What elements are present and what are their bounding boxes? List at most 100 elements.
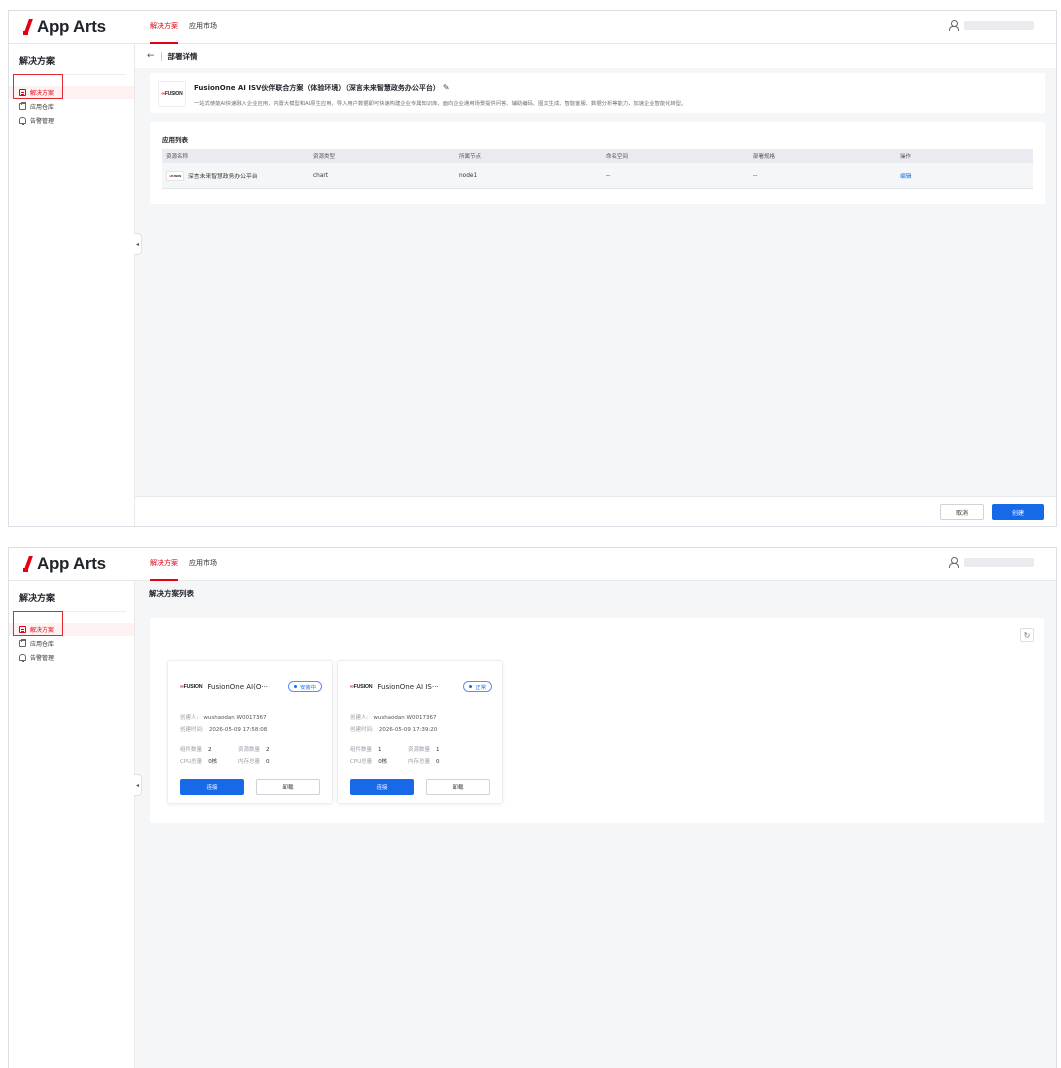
cpu-total-label: CPU总量: [180, 759, 203, 765]
user-menu[interactable]: [948, 557, 1034, 568]
solution-description: 一站式使能AI快速融入企业应用，内置大模型和AI原生应用，导入用户数据即可快速构…: [194, 101, 687, 107]
creator-value: wushaodan W0017367: [203, 715, 267, 721]
uninstall-button[interactable]: 卸载: [426, 779, 490, 795]
app-arts-logo-icon: [23, 556, 33, 572]
status-text: 安装中: [300, 684, 316, 691]
connect-button[interactable]: 连接: [350, 779, 414, 795]
sidebar-item-label: 告警管理: [30, 655, 55, 662]
solution-name: FusionOne AI ISV伙伴联合方案（体验环境）（深言未来智慧政务办公平…: [194, 83, 450, 93]
connect-button[interactable]: 连接: [180, 779, 244, 795]
create-button[interactable]: 创建: [992, 504, 1044, 520]
resource-count-value: 1: [436, 747, 440, 753]
component-count-label: 组件数量: [180, 747, 203, 753]
solution-card-name: FusionOne AI IS···: [377, 682, 439, 691]
component-count-label: 组件数量: [350, 747, 373, 753]
user-icon: [948, 20, 959, 31]
status-text: 正常: [475, 684, 486, 691]
top-bar: App Arts 解决方案 应用市场: [9, 548, 1056, 581]
edit-link[interactable]: 编辑: [900, 174, 912, 180]
sidebar: 解决方案 解决方案 应用仓库 告警管理: [9, 44, 135, 526]
fusion-logo: ∞FUSION: [158, 81, 186, 107]
solution-card-name: FusionOne AI(O···: [207, 682, 269, 691]
component-count-value: 1: [378, 747, 382, 753]
deployment-detail-screen: App Arts 解决方案 应用市场 解决方案 解决方案 应用仓库 告警管理 ◂…: [8, 10, 1057, 527]
tab-solutions[interactable]: 解决方案: [150, 558, 178, 581]
cpu-total: CPU总量 0核: [180, 757, 217, 765]
sidebar-collapse-handle[interactable]: ◂: [134, 774, 142, 796]
status-dot-icon: [294, 685, 298, 688]
sidebar-item-repository[interactable]: 应用仓库: [9, 637, 134, 650]
creator-label: 创建人:: [180, 715, 199, 721]
solution-card[interactable]: ∞FUSION FusionOne AI IS··· 正常 创建人: wushao…: [337, 660, 503, 804]
sidebar: 解决方案 解决方案 应用仓库 告警管理: [9, 581, 135, 1068]
refresh-icon[interactable]: ↻: [1020, 628, 1034, 642]
user-menu[interactable]: [948, 20, 1034, 31]
bell-icon: [19, 117, 26, 125]
sidebar-item-repository[interactable]: 应用仓库: [9, 100, 134, 113]
bell-icon: [19, 654, 26, 662]
col-deploy-spec: 部署规格: [753, 154, 776, 160]
uninstall-button[interactable]: 卸载: [256, 779, 320, 795]
footer-bar: 取消 创建: [135, 496, 1056, 526]
page-header: 解决方案列表: [135, 581, 1056, 605]
creator-value: wushaodan W0017367: [373, 715, 437, 721]
col-resource-name: 资源名称: [166, 154, 189, 160]
resource-count-label: 资源数量: [238, 747, 261, 753]
solution-info-card: ∞FUSION FusionOne AI ISV伙伴联合方案（体验环境）（深言未…: [150, 73, 1045, 113]
tab-app-market[interactable]: 应用市场: [189, 558, 217, 581]
col-resource-type: 资源类型: [313, 154, 336, 160]
app-logo[interactable]: App Arts: [23, 554, 106, 574]
solution-card[interactable]: ∞FUSION FusionOne AI(O··· 安装中 创建人: wushao…: [167, 660, 333, 804]
created-time-label: 创建时间:: [350, 727, 374, 733]
app-list-table: 资源名称 资源类型 所属节点 命名空间 部署规格 操作 ∞FUSION 深言未来…: [162, 149, 1033, 189]
creator-label: 创建人:: [350, 715, 369, 721]
tab-solutions[interactable]: 解决方案: [150, 21, 178, 44]
user-name-redacted: [964, 557, 1034, 567]
component-count: 组件数量 1: [350, 745, 382, 753]
memory-total: 内存总量 0: [408, 757, 440, 765]
memory-total: 内存总量 0: [238, 757, 270, 765]
solution-card-header: ∞FUSION FusionOne AI(O··· 安装中: [180, 681, 322, 692]
annotation-highlight-box: [13, 74, 63, 99]
sidebar-collapse-handle[interactable]: ◂: [134, 233, 142, 255]
table-row: ∞FUSION 深言未来智慧政务办公平台 chart node1 -- -- 编…: [162, 163, 1033, 189]
creator-row: 创建人: wushaodan W0017367: [180, 713, 266, 721]
created-time-row: 创建时间: 2026-05-09 17:39:20: [350, 725, 437, 733]
app-arts-logo-icon: [23, 19, 33, 35]
page-header: ← 部署详情: [135, 44, 1056, 68]
user-name-redacted: [964, 20, 1034, 30]
status-badge: 正常: [463, 681, 492, 692]
resource-count: 资源数量 1: [408, 745, 440, 753]
solution-list-panel: ↻ ∞FUSION FusionOne AI(O··· 安装中 创建人: wush…: [150, 618, 1044, 823]
cell-node: node1: [459, 172, 478, 179]
created-time-label: 创建时间:: [180, 727, 204, 733]
cancel-button[interactable]: 取消: [940, 504, 984, 520]
cpu-total: CPU总量 0核: [350, 757, 387, 765]
status-dot-icon: [469, 685, 473, 688]
back-arrow-icon[interactable]: ←: [147, 51, 155, 61]
tab-app-market[interactable]: 应用市场: [189, 21, 217, 44]
resource-count: 资源数量 2: [238, 745, 270, 753]
fusion-logo: ∞FUSION: [350, 683, 373, 690]
annotation-highlight-box: [13, 611, 63, 636]
user-icon: [948, 557, 959, 568]
component-count-value: 2: [208, 747, 212, 753]
edit-icon[interactable]: ✎: [443, 83, 450, 92]
cpu-total-value: 0核: [378, 759, 388, 765]
sidebar-item-alarms[interactable]: 告警管理: [9, 651, 134, 664]
col-actions: 操作: [900, 154, 912, 160]
creator-row: 创建人: wushaodan W0017367: [350, 713, 436, 721]
sidebar-title: 解决方案: [19, 57, 56, 67]
resource-name-text: 深言未来智慧政务办公平台: [188, 174, 258, 180]
sidebar-item-label: 告警管理: [30, 118, 55, 125]
solution-name-text: FusionOne AI ISV伙伴联合方案（体验环境）（深言未来智慧政务办公平…: [194, 84, 440, 92]
resource-count-label: 资源数量: [408, 747, 431, 753]
cell-resource-name: ∞FUSION 深言未来智慧政务办公平台: [162, 170, 309, 181]
fusion-logo-text: ∞FUSION: [161, 91, 183, 97]
solution-list-screen: App Arts 解决方案 应用市场 解决方案 解决方案 应用仓库 告警管理 ◂…: [8, 547, 1057, 1068]
sidebar-item-alarms[interactable]: 告警管理: [9, 114, 134, 127]
fusion-logo: ∞FUSION: [180, 683, 203, 690]
resource-count-value: 2: [266, 747, 270, 753]
cell-actions: 编辑: [896, 171, 1033, 180]
app-logo[interactable]: App Arts: [23, 17, 106, 37]
